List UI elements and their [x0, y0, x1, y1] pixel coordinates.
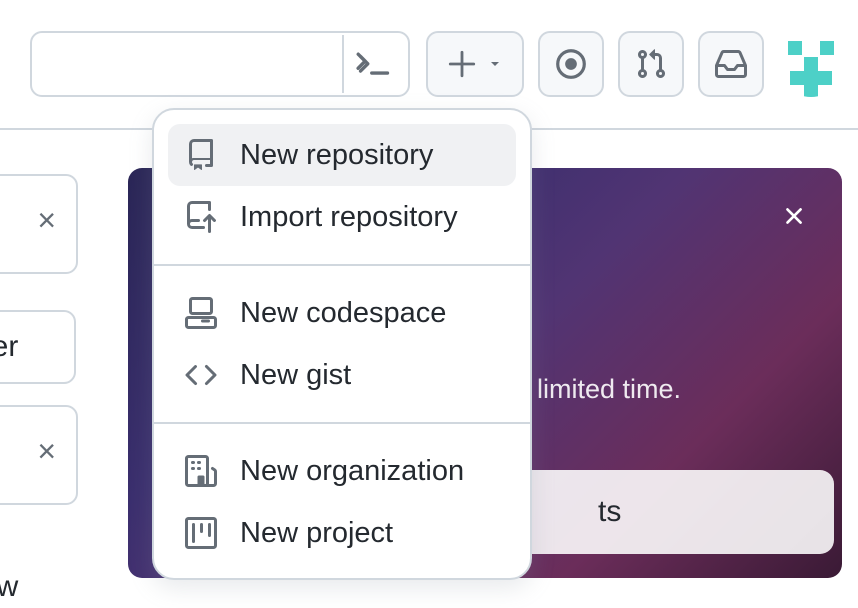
menu-item-label: New organization — [240, 455, 464, 488]
banner-close-button[interactable] — [774, 196, 814, 236]
menu-item-new-repository[interactable]: New repository — [168, 124, 516, 186]
banner-button-label-fragment: ts — [598, 495, 621, 529]
issue-icon — [554, 47, 588, 81]
menu-item-label: New project — [240, 517, 393, 550]
filter-label-fragment: ilter — [0, 330, 18, 364]
menu-divider — [154, 264, 530, 266]
menu-item-new-gist[interactable]: New gist — [168, 344, 516, 406]
text-fragment-ow: ow — [0, 570, 18, 604]
menu-item-new-codespace[interactable]: New codespace — [168, 282, 516, 344]
plus-icon — [447, 49, 477, 79]
menu-item-label: New gist — [240, 359, 351, 392]
repo-icon — [184, 138, 218, 172]
close-icon — [780, 202, 808, 230]
project-icon — [184, 516, 218, 550]
menu-item-new-organization[interactable]: New organization — [168, 440, 516, 502]
repo-push-icon — [184, 200, 218, 234]
triangle-down-icon — [487, 56, 503, 72]
menu-item-label: New repository — [240, 139, 433, 172]
git-pull-request-icon — [635, 48, 667, 80]
search-box[interactable] — [30, 31, 410, 97]
banner-button-fragment[interactable]: ts — [508, 470, 834, 554]
left-fragment-box-1: × — [0, 174, 78, 274]
codespaces-icon — [184, 296, 218, 330]
left-fragment-box-2: × — [0, 405, 78, 505]
inbox-icon — [715, 48, 747, 80]
menu-item-label: New codespace — [240, 297, 446, 330]
organization-icon — [184, 454, 218, 488]
terminal-icon — [356, 46, 392, 82]
filter-button-fragment[interactable]: ilter — [0, 310, 76, 384]
user-avatar[interactable] — [778, 31, 844, 97]
close-icon[interactable]: × — [37, 202, 56, 239]
create-new-button[interactable] — [426, 31, 524, 97]
menu-item-import-repository[interactable]: Import repository — [168, 186, 516, 248]
close-icon[interactable]: × — [37, 433, 56, 470]
menu-item-new-project[interactable]: New project — [168, 502, 516, 564]
create-new-dropdown: New repository Import repository New cod… — [152, 108, 532, 580]
code-icon — [184, 358, 218, 392]
notifications-button[interactable] — [698, 31, 764, 97]
command-palette-button[interactable] — [342, 35, 404, 93]
issues-button[interactable] — [538, 31, 604, 97]
menu-item-label: Import repository — [240, 201, 458, 234]
header-buttons — [426, 31, 844, 97]
menu-divider — [154, 422, 530, 424]
pull-requests-button[interactable] — [618, 31, 684, 97]
